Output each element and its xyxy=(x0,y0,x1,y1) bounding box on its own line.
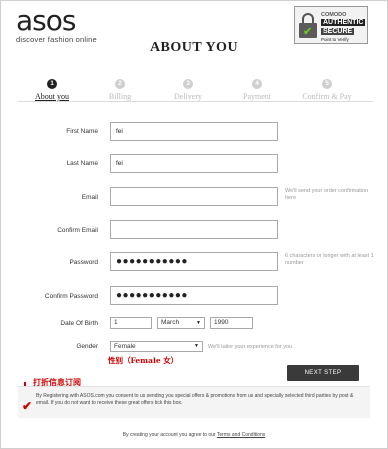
terms-link[interactable]: Terms and Conditions xyxy=(217,432,265,438)
chevron-down-icon: ▼ xyxy=(196,320,201,326)
step-billing[interactable]: 2 Billing xyxy=(85,79,155,101)
last-name-label: Last Name xyxy=(66,160,98,167)
brand-logo[interactable]: asos discover fashion online xyxy=(16,4,97,45)
email-label: Email xyxy=(81,194,98,201)
step-label: Billing xyxy=(108,92,132,101)
badge-line-3: SECURE xyxy=(321,28,355,35)
step-delivery[interactable]: 3 Delivery xyxy=(153,79,223,101)
steps-divider xyxy=(18,101,373,102)
consent-checkbox[interactable]: ✔ xyxy=(22,399,32,413)
dob-label: Date Of Birth xyxy=(60,320,98,327)
password-hint: 6 characters or longer with at least 1 n… xyxy=(285,253,374,266)
step-number: 3 xyxy=(183,79,193,89)
step-label: Delivery xyxy=(174,92,202,101)
step-number: 4 xyxy=(252,79,262,89)
gender-label: Gender xyxy=(76,343,98,350)
gender-value: Female xyxy=(114,343,136,350)
badge-line-2: AUTHENTIC xyxy=(321,19,366,26)
email-hint: We'll send your order confirmation here xyxy=(285,188,369,201)
page-title: ABOUT YOU xyxy=(149,40,239,55)
consent-box: ✔ By Registering with ASOS.com you conse… xyxy=(18,386,370,418)
step-about-you[interactable]: 1 About you xyxy=(17,79,87,101)
dob-year-field[interactable]: 1990 xyxy=(210,317,253,329)
consent-text: By Registering with ASOS.com you consent… xyxy=(36,393,354,406)
dob-month-value: March xyxy=(161,319,180,326)
terms-prefix: By creating your account you agree to ou… xyxy=(122,432,216,438)
first-name-label: First Name xyxy=(66,128,98,135)
next-step-button[interactable]: NEXT STEP xyxy=(287,365,359,381)
step-number: 2 xyxy=(115,79,125,89)
step-label: Payment xyxy=(243,92,271,101)
password-label: Password xyxy=(69,259,98,266)
step-label: Confirm & Pay xyxy=(302,92,352,101)
gender-hint: We'll tailor your experience for you xyxy=(208,344,293,350)
padlock-icon: ✔ xyxy=(299,13,317,39)
confirm-password-field[interactable] xyxy=(110,286,278,305)
security-badge[interactable]: ✔ COMODO AUTHENTIC SECURE Point to Verif… xyxy=(294,6,368,44)
gender-annotation: 性别（Female 女） xyxy=(108,356,179,365)
chevron-down-icon: ▼ xyxy=(194,343,199,349)
step-payment[interactable]: 4 Payment xyxy=(222,79,292,101)
dob-day-field[interactable]: 1 xyxy=(110,317,152,329)
last-name-field[interactable] xyxy=(110,154,278,173)
step-number: 1 xyxy=(47,79,57,89)
step-number: 5 xyxy=(322,79,332,89)
confirm-email-label: Confirm Email xyxy=(57,227,98,234)
email-field[interactable] xyxy=(110,187,278,206)
password-field[interactable] xyxy=(110,252,278,271)
badge-line-1: COMODO xyxy=(321,12,347,18)
brand-name: asos xyxy=(16,4,76,37)
gender-select[interactable]: Female ▼ xyxy=(110,341,203,352)
step-confirm-pay[interactable]: 5 Confirm & Pay xyxy=(292,79,362,101)
confirm-email-field[interactable] xyxy=(110,220,278,239)
confirm-password-label: Confirm Password xyxy=(44,293,98,300)
terms-line: By creating your account you agree to ou… xyxy=(0,432,388,438)
dob-month-select[interactable]: March ▼ xyxy=(157,317,205,329)
step-label: About you xyxy=(35,92,69,101)
first-name-field[interactable] xyxy=(110,122,278,141)
